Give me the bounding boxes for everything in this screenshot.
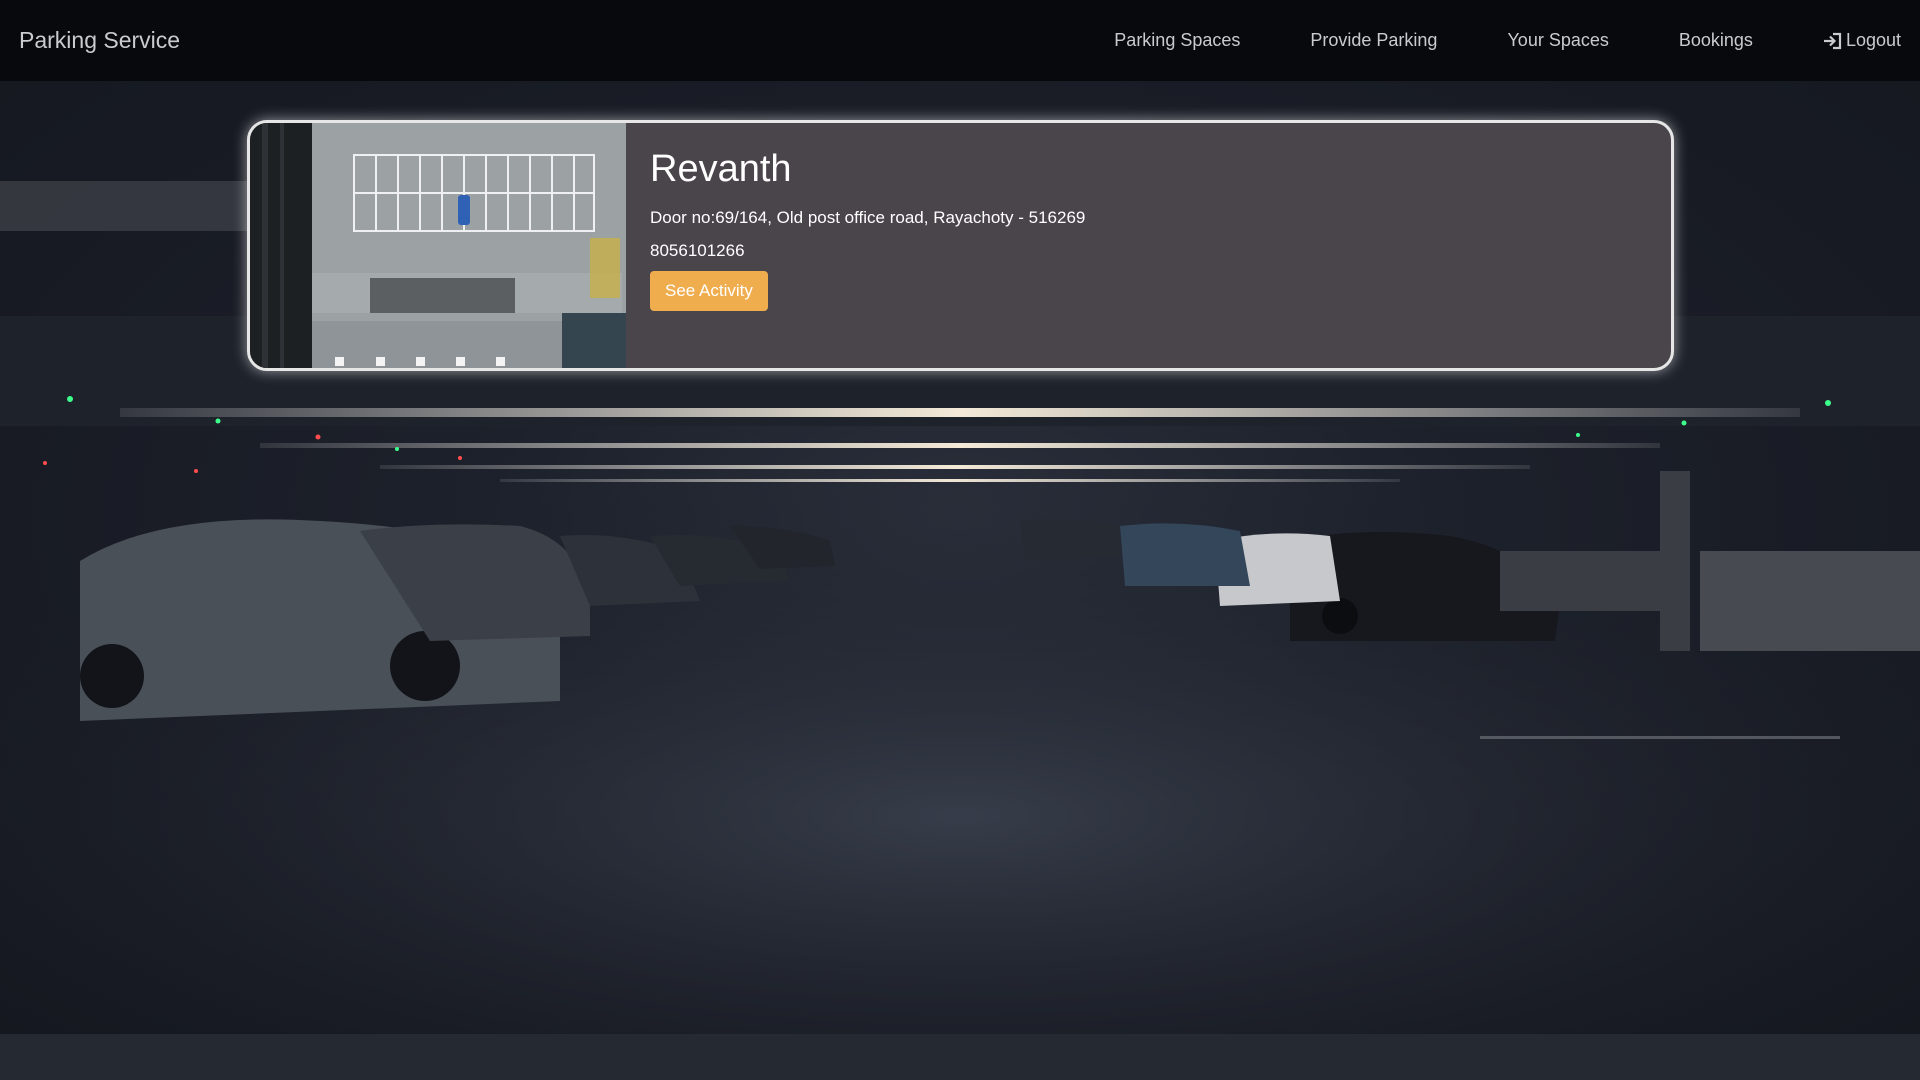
nav-logout-label: Logout (1845, 30, 1901, 50)
see-activity-button[interactable]: See Activity (650, 271, 768, 311)
nav-parking-spaces[interactable]: Parking Spaces (1114, 30, 1240, 51)
navbar: Parking Service Parking Spaces Provide P… (0, 0, 1920, 81)
login-icon (1823, 32, 1843, 50)
nav-logout[interactable]: Logout (1823, 30, 1901, 51)
parking-address: Door no:69/164, Old post office road, Ra… (650, 208, 1086, 227)
parking-space-card: Revanth Door no:69/164, Old post office … (247, 120, 1674, 371)
nav-bookings[interactable]: Bookings (1679, 30, 1753, 51)
owner-name: Revanth (650, 148, 792, 190)
nav-provide-parking[interactable]: Provide Parking (1310, 30, 1437, 51)
card-body: Revanth Door no:69/164, Old post office … (626, 123, 1109, 368)
parking-lot-aerial-photo (250, 123, 626, 368)
brand-link[interactable]: Parking Service (19, 27, 180, 54)
phone-number: 8056101266 (650, 241, 745, 260)
nav-your-spaces[interactable]: Your Spaces (1507, 30, 1608, 51)
page-footer-band (0, 1034, 1920, 1080)
nav-links: Parking Spaces Provide Parking Your Spac… (1044, 0, 1901, 81)
